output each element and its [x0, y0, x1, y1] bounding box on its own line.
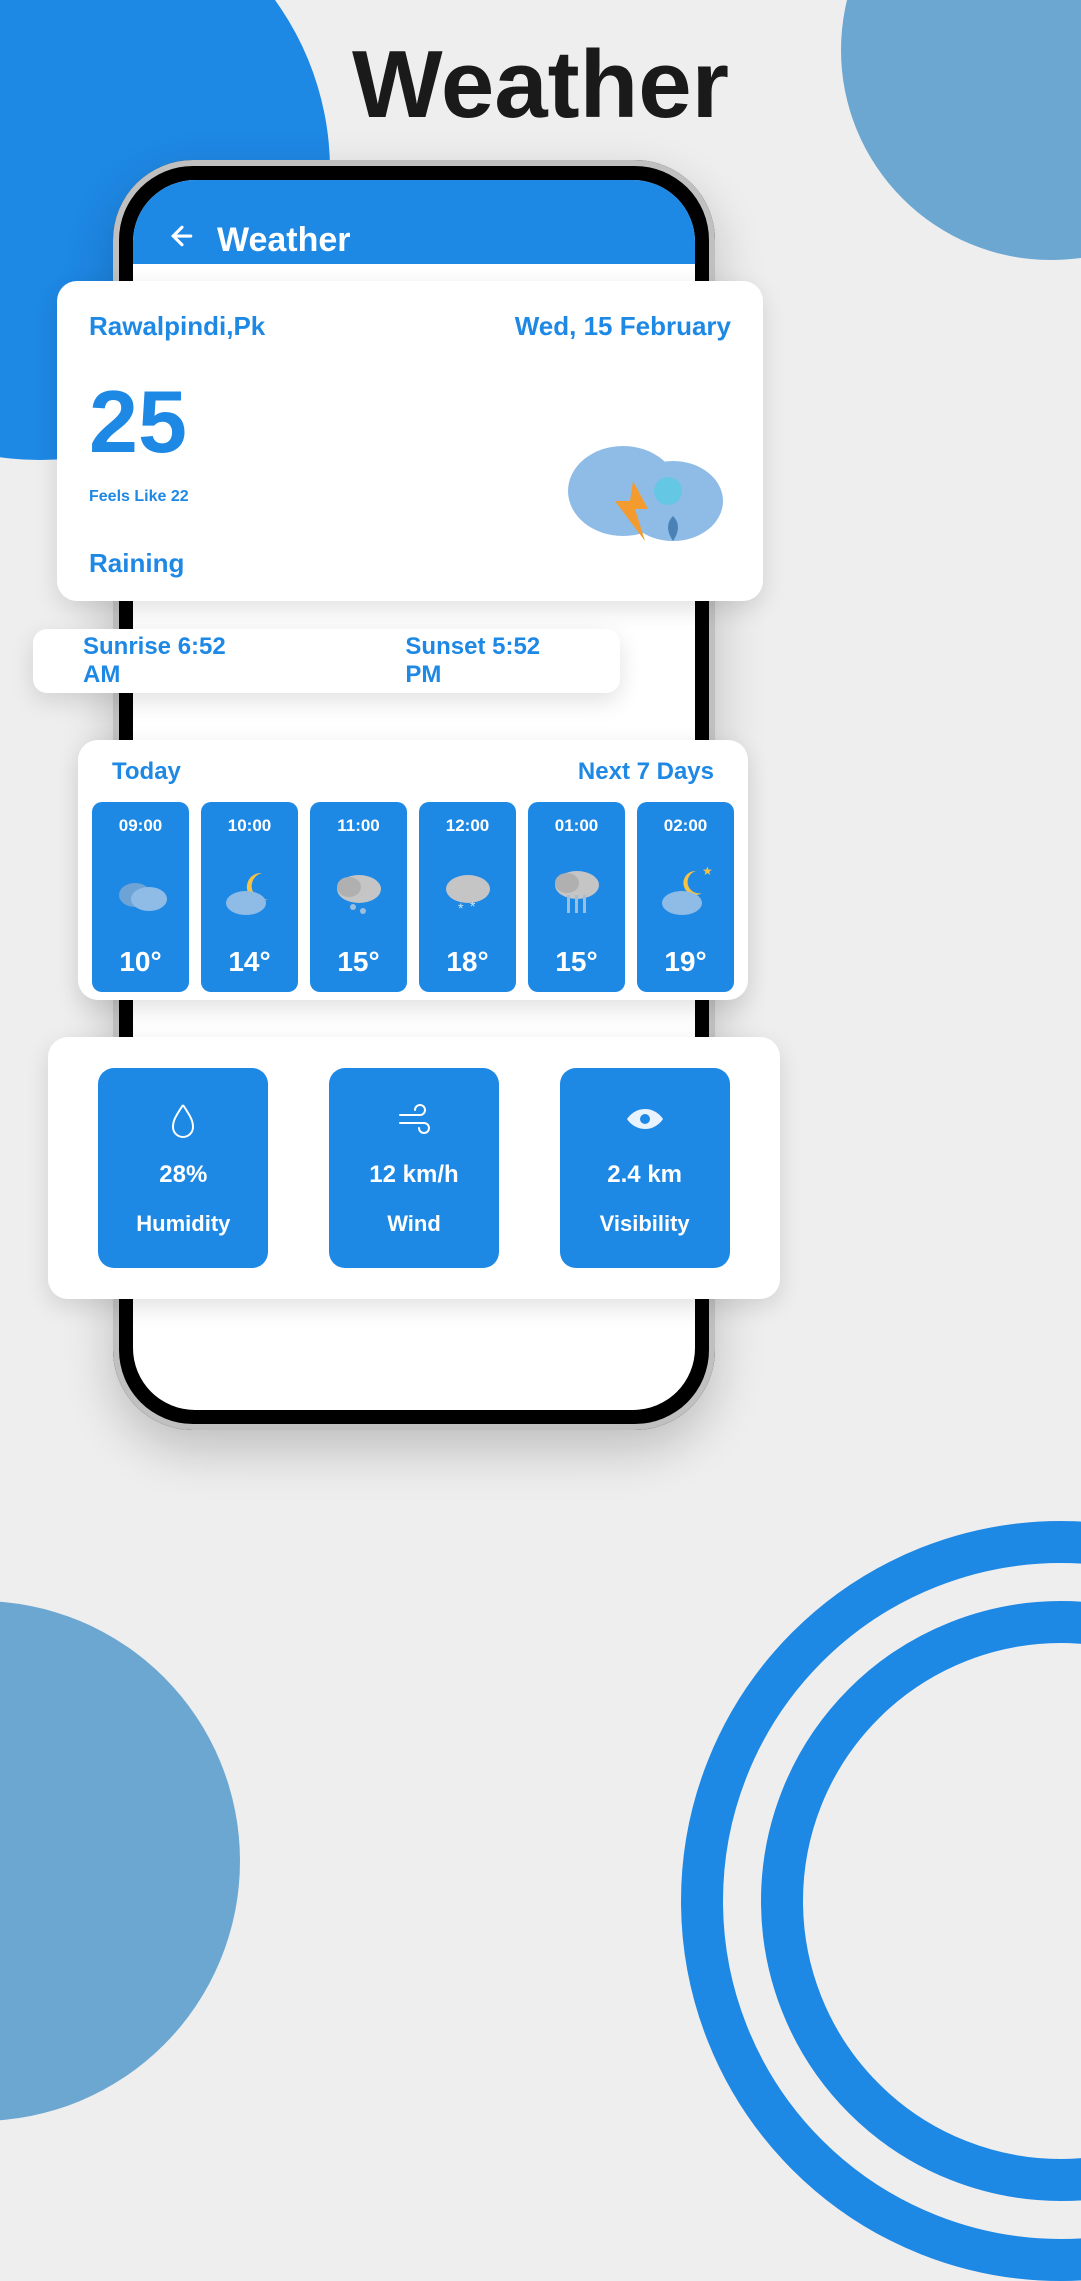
location-label: Rawalpindi,Pk [89, 311, 265, 342]
hour-temp: 19° [664, 946, 706, 978]
hourly-cell[interactable]: 10:00 14° [201, 802, 298, 992]
visibility-label: Visibility [600, 1211, 690, 1237]
hour-temp: 18° [446, 946, 488, 978]
svg-text:*: * [458, 900, 464, 916]
svg-text:★: ★ [702, 864, 713, 878]
bg-stripes [681, 1521, 1081, 2041]
hourly-cell[interactable]: 12:00**18° [419, 802, 516, 992]
stats-card: 28% Humidity 12 km/h Wind 2.4 km Visibil… [48, 1037, 780, 1299]
storm-cloud-icon [553, 421, 733, 561]
hour-temp: 15° [337, 946, 379, 978]
hourly-cell[interactable]: 11:00 15° [310, 802, 407, 992]
page-title: Weather [0, 30, 1081, 140]
cloud-icon [111, 861, 171, 921]
hourly-cell[interactable]: 09:00 10° [92, 802, 189, 992]
app-bar: Weather [133, 180, 695, 264]
hourly-cell[interactable]: 01:00 15° [528, 802, 625, 992]
sun-times-card: Sunrise 6:52 AM Sunset 5:52 PM [33, 629, 620, 693]
humidity-value: 28% [159, 1161, 207, 1189]
snow-icon: ** [438, 861, 498, 921]
hour-time: 10:00 [228, 816, 271, 836]
hour-temp: 14° [228, 946, 270, 978]
visibility-value: 2.4 km [607, 1161, 682, 1189]
today-tab[interactable]: Today [112, 758, 181, 786]
svg-text:*: * [470, 898, 476, 914]
wind-icon [394, 1099, 434, 1139]
wind-value: 12 km/h [369, 1161, 458, 1189]
hour-time: 12:00 [446, 816, 489, 836]
heavy-rain-icon [547, 861, 607, 921]
humidity-card: 28% Humidity [98, 1068, 268, 1268]
current-weather-card: Rawalpindi,Pk Wed, 15 February 25 Feels … [57, 281, 763, 601]
app-bar-title: Weather [217, 221, 351, 260]
humidity-icon [163, 1099, 203, 1139]
hourly-forecast-card: Today Next 7 Days 09:0010°10:0014°11:001… [78, 740, 748, 1000]
moon-cloud-icon [220, 861, 280, 921]
moon-cloud-star-icon: ★ [656, 861, 716, 921]
wind-card: 12 km/h Wind [329, 1068, 499, 1268]
sunrise-label: Sunrise 6:52 AM [83, 633, 255, 689]
hour-time: 01:00 [555, 816, 598, 836]
hour-temp: 10° [119, 946, 161, 978]
sunset-label: Sunset 5:52 PM [405, 633, 570, 689]
hourly-cell[interactable]: 02:00 ★ 19° [637, 802, 734, 992]
bg-shape [0, 1601, 240, 2121]
hour-time: 09:00 [119, 816, 162, 836]
visibility-card: 2.4 km Visibility [560, 1068, 730, 1268]
back-arrow-icon[interactable] [167, 218, 197, 260]
humidity-label: Humidity [136, 1211, 230, 1237]
date-label: Wed, 15 February [515, 311, 731, 342]
visibility-icon [625, 1099, 665, 1139]
hour-temp: 15° [555, 946, 597, 978]
rain-drizzle-icon [329, 861, 389, 921]
hour-time: 11:00 [337, 816, 380, 836]
wind-label: Wind [387, 1211, 441, 1237]
hourly-row[interactable]: 09:0010°10:0014°11:0015°12:00**18°01:001… [92, 802, 734, 992]
hour-time: 02:00 [664, 816, 707, 836]
next-7-days-link[interactable]: Next 7 Days [578, 758, 714, 786]
